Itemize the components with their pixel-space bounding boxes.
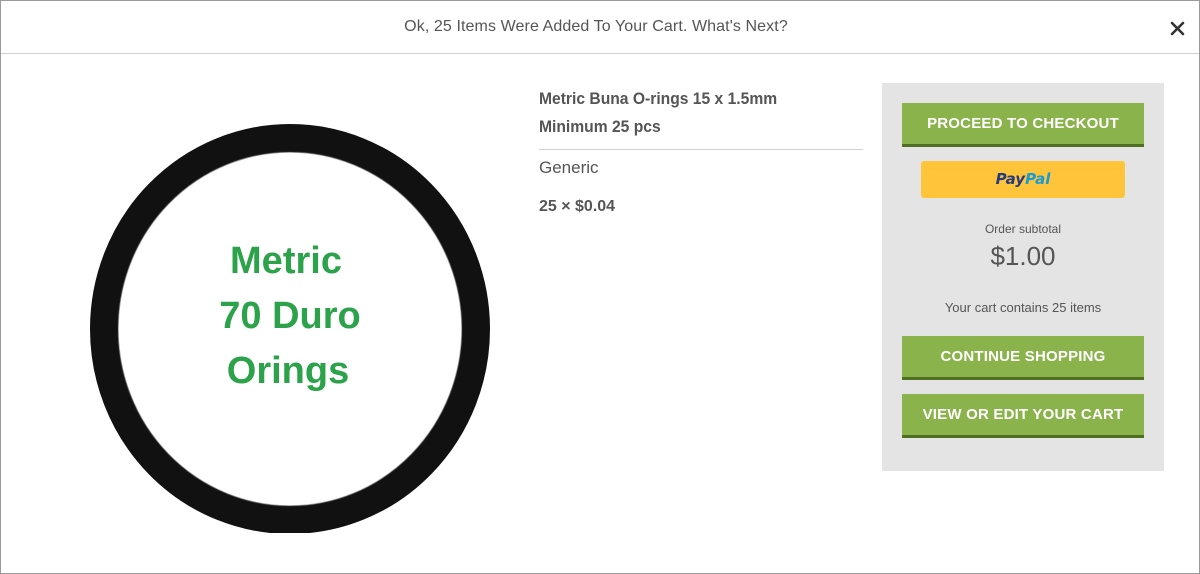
- cart-summary-panel: PROCEED TO CHECKOUT PayPal Order subtota…: [882, 83, 1164, 471]
- modal-header: Ok, 25 Items Were Added To Your Cart. Wh…: [1, 1, 1199, 54]
- product-quantity-price: 25 × $0.04: [539, 198, 616, 215]
- added-to-cart-modal: Ok, 25 Items Were Added To Your Cart. Wh…: [0, 0, 1200, 574]
- paypal-logo-pay: Pay: [995, 170, 1026, 188]
- order-subtotal-label: Order subtotal: [984, 222, 1062, 236]
- close-icon: [1170, 21, 1185, 36]
- product-image-text-line1: Metric: [230, 240, 342, 282]
- product-title[interactable]: Metric Buna O-rings 15 x 1.5mm Minimum 2…: [539, 85, 863, 150]
- continue-shopping-button[interactable]: CONTINUE SHOPPING: [902, 336, 1144, 380]
- product-image[interactable]: Metric 70 Duro Orings: [89, 115, 493, 533]
- product-image-text-line3: Orings: [227, 350, 349, 392]
- header-message: Ok, 25 Items Were Added To Your Cart. Wh…: [404, 18, 788, 35]
- paypal-button[interactable]: PayPal: [921, 161, 1125, 198]
- order-subtotal-amount: $1.00: [990, 241, 1056, 271]
- view-edit-cart-button[interactable]: VIEW OR EDIT YOUR CART: [902, 394, 1144, 438]
- product-brand: Generic: [539, 158, 599, 177]
- close-button[interactable]: [1165, 15, 1191, 41]
- product-title-line2: Minimum 25 pcs: [539, 117, 661, 136]
- product-image-text-line2: 70 Duro: [219, 295, 360, 337]
- product-title-line1: Metric Buna O-rings 15 x 1.5mm: [539, 89, 778, 108]
- cart-item-count: Your cart contains 25 items: [944, 300, 1102, 315]
- paypal-logo-pal: Pal: [1025, 170, 1051, 188]
- product-info: Metric Buna O-rings 15 x 1.5mm Minimum 2…: [539, 85, 863, 217]
- proceed-to-checkout-button[interactable]: PROCEED TO CHECKOUT: [902, 103, 1144, 147]
